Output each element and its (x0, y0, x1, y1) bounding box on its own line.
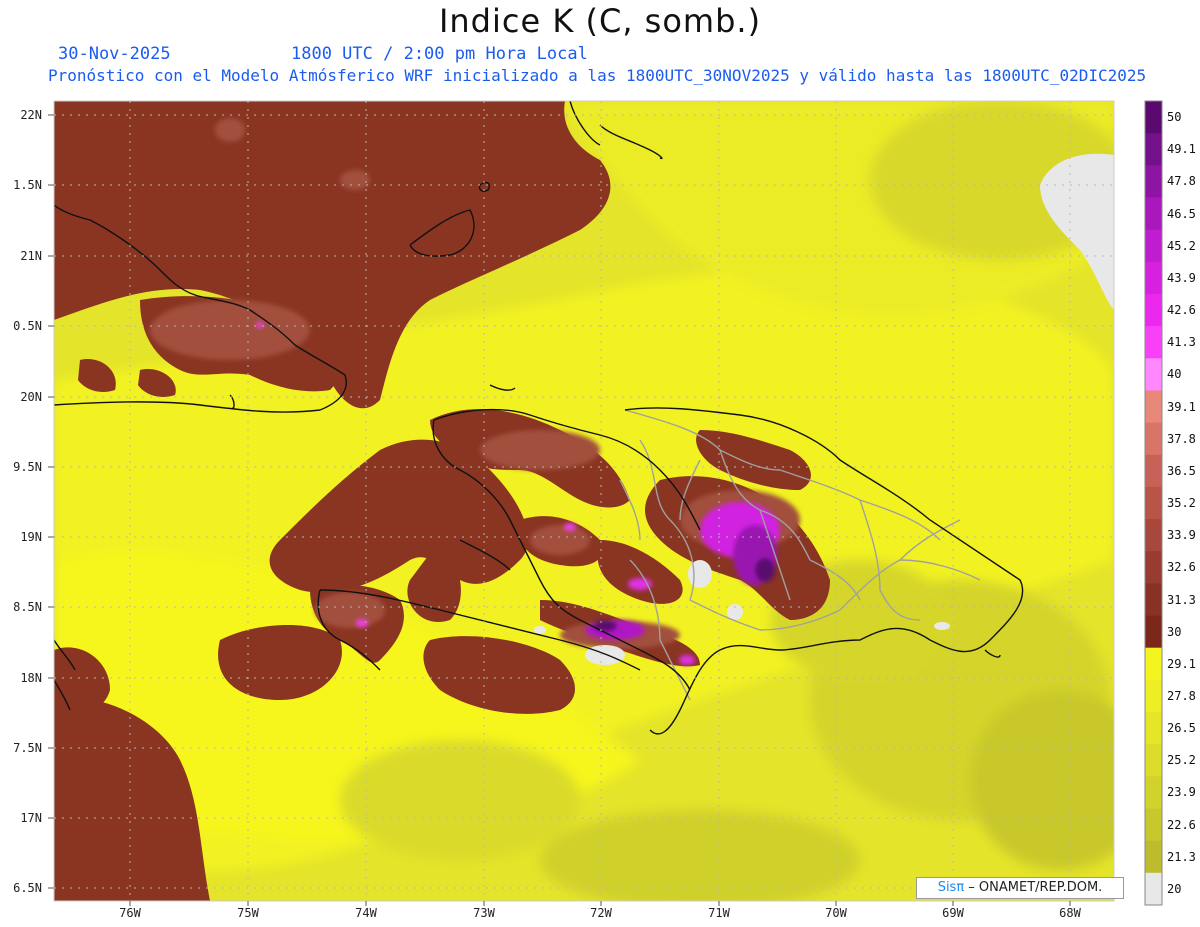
colorbar-level-label: 47.8 (1167, 174, 1196, 189)
lat-label: 18N (20, 671, 42, 685)
lon-label: 70W (825, 906, 847, 920)
colorbar-level-label: 42.6 (1167, 303, 1196, 317)
colorbar-swatch (1145, 872, 1162, 906)
credit-suffix: – ONAMET/REP.DOM. (964, 880, 1103, 895)
colorbar-level-label: 25.2 (1167, 753, 1196, 768)
colorbar-level-label: 37.8 (1167, 431, 1196, 446)
colorbar-swatch (1145, 133, 1162, 166)
colorbar-swatch (1145, 551, 1162, 584)
lat-label: 21N (20, 249, 42, 263)
lat-label: 19N (20, 530, 42, 544)
colorbar-swatch (1145, 358, 1162, 392)
colorbar-level-label: 39.1 (1167, 399, 1196, 414)
colorbar-swatch (1145, 422, 1162, 456)
colorbar-swatch (1145, 840, 1162, 874)
k-index-map (48, 100, 1163, 906)
lon-label: 68W (1059, 906, 1081, 920)
colorbar-swatch (1145, 712, 1162, 745)
lat-label: 22N (20, 108, 42, 122)
colorbar-level-label: 29.1 (1167, 656, 1196, 671)
credit-box: Sisπ – ONAMET/REP.DOM. (916, 877, 1124, 899)
colorbar-swatch (1145, 326, 1162, 359)
colorbar-swatch (1145, 647, 1162, 681)
lat-label: 0.5N (13, 319, 42, 333)
colorbar-level-label: 26.5 (1167, 721, 1196, 736)
colorbar-swatch (1145, 486, 1162, 520)
colorbar-swatch (1145, 165, 1162, 199)
lon-label: 75W (237, 906, 259, 920)
colorbar-swatch (1145, 615, 1162, 649)
lat-label: 20N (20, 390, 42, 404)
colorbar-level-label: 46.5 (1167, 206, 1196, 221)
colorbar-swatch (1145, 776, 1162, 810)
colorbar-level-label: 23.9 (1167, 785, 1196, 800)
colorbar-swatch (1145, 679, 1162, 713)
lon-label: 72W (590, 906, 612, 920)
lat-label: 1.5N (13, 178, 42, 192)
lon-label: 73W (473, 906, 495, 920)
colorbar-swatch (1145, 197, 1162, 231)
colorbar-level-label: 49.1 (1167, 142, 1196, 157)
colorbar-swatch (1145, 229, 1162, 263)
lon-label: 71W (708, 906, 730, 920)
lat-label: 17N (20, 811, 42, 825)
colorbar-level-label: 41.3 (1167, 335, 1196, 350)
colorbar-level-label: 22.6 (1167, 817, 1196, 832)
colorbar-level-label: 33.9 (1167, 528, 1196, 543)
lat-label: 8.5N (13, 600, 42, 614)
colorbar-level-label: 35.2 (1167, 496, 1196, 510)
colorbar-level-label: 45.2 (1167, 238, 1196, 253)
lat-label: 6.5N (13, 881, 42, 895)
lon-label: 69W (942, 906, 964, 920)
colorbar-level-label: 30 (1167, 624, 1182, 639)
colorbar-swatch (1145, 519, 1162, 552)
colorbar-level-label: 21.3 (1167, 849, 1196, 864)
colorbar-level-label: 27.8 (1167, 689, 1196, 703)
colorbar-swatch (1145, 808, 1162, 842)
colorbar-level-label: 32.6 (1167, 560, 1196, 575)
colorbar-level-label: 20 (1167, 881, 1182, 896)
colorbar-level-label: 31.3 (1167, 592, 1196, 607)
lon-label: 76W (119, 906, 141, 920)
colorbar-swatch (1145, 261, 1162, 295)
colorbar-level-label: 40 (1167, 367, 1182, 382)
colorbar-swatch (1145, 744, 1162, 777)
colorbar-swatch (1145, 583, 1162, 617)
lon-label: 74W (355, 906, 377, 920)
colorbar-swatch (1145, 294, 1162, 327)
lat-label: 9.5N (13, 460, 42, 474)
colorbar-swatch (1145, 101, 1162, 134)
colorbar-swatch (1145, 390, 1162, 424)
lat-label: 7.5N (13, 741, 42, 755)
colorbar-level-label: 43.9 (1167, 270, 1196, 285)
map-field (54, 101, 1114, 901)
colorbar (1145, 101, 1162, 906)
credit-pi: π (956, 880, 965, 895)
colorbar-level-label: 36.5 (1167, 463, 1196, 478)
colorbar-level-label: 50 (1167, 110, 1182, 125)
colorbar-swatch (1145, 454, 1162, 488)
credit-prefix: Sis (937, 880, 957, 895)
